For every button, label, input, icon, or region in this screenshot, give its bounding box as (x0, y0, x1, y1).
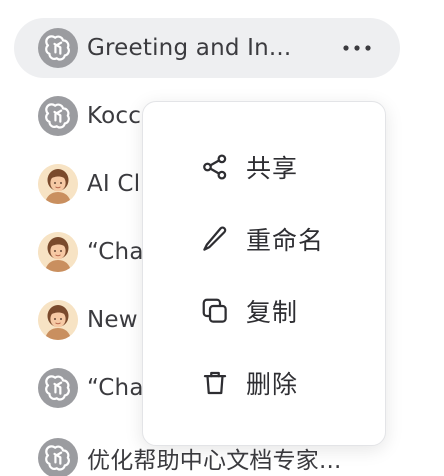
chat-item-title: AI Cl (87, 171, 141, 197)
menu-item-label: 删除 (246, 370, 299, 399)
menu-item-rename[interactable]: 重命名 (143, 210, 385, 268)
pencil-icon (199, 223, 231, 255)
persona-avatar-icon (38, 164, 78, 204)
menu-item-label: 共享 (246, 154, 299, 183)
chat-item-title: 优化帮助中心文档专家... (87, 448, 342, 474)
chatgpt-logo-icon (38, 438, 78, 476)
chat-context-menu: 共享 重命名 复制 删除 (142, 101, 386, 446)
chatgpt-logo-icon (38, 28, 78, 68)
menu-item-label: 复制 (246, 298, 299, 327)
trash-icon (199, 367, 231, 399)
share-icon (199, 151, 231, 183)
chat-item-title: Greeting and In... (87, 35, 292, 61)
menu-item-share[interactable]: 共享 (143, 138, 385, 196)
chat-sidebar-page: Greeting and In... Kocc AI Cl “Cha New “… (0, 0, 444, 476)
chatgpt-logo-icon (38, 96, 78, 136)
menu-item-label: 重命名 (246, 226, 325, 255)
chat-item-greeting[interactable]: Greeting and In... (14, 18, 400, 78)
copy-icon (199, 295, 231, 327)
chat-item-title: “Cha (87, 239, 144, 265)
more-options-button[interactable] (340, 36, 374, 60)
ellipsis-icon (343, 45, 371, 51)
chat-item-title: New (87, 307, 138, 333)
menu-item-delete[interactable]: 删除 (143, 354, 385, 412)
chat-item-title: Kocc (87, 103, 142, 129)
chat-item-title: “Cha (87, 375, 144, 401)
menu-item-copy[interactable]: 复制 (143, 282, 385, 340)
chatgpt-logo-icon (38, 368, 78, 408)
persona-avatar-icon (38, 232, 78, 272)
persona-avatar-icon (38, 300, 78, 340)
